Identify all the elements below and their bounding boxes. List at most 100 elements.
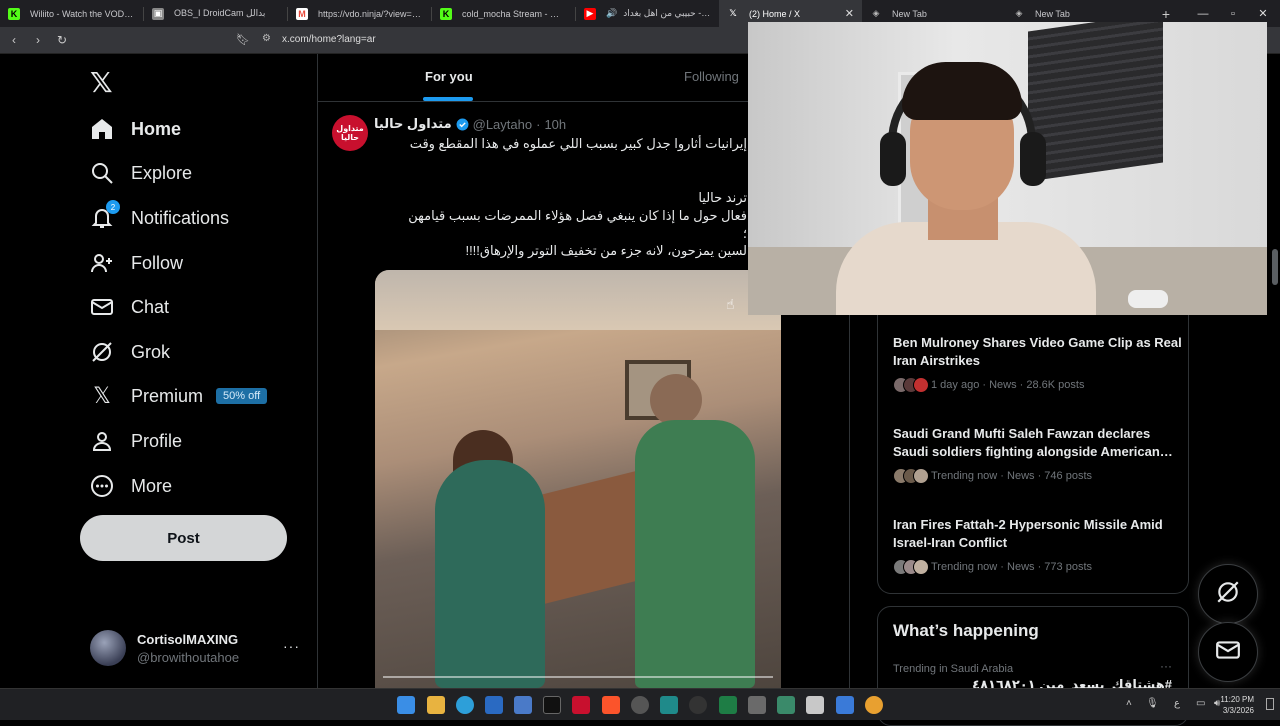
nav-label: Grok — [131, 341, 171, 362]
post-author-name[interactable]: متداول حاليا — [374, 116, 452, 132]
nav-premium[interactable]: 𝕏 Premium 50% off — [90, 378, 268, 414]
browser-tab[interactable]: Kcold_mocha Stream - Watch Li — [432, 0, 575, 27]
tab-label: حبيبي من اهل بغداد - by — [623, 8, 711, 18]
nav-home[interactable]: Home — [90, 111, 181, 147]
close-tab-icon[interactable]: ✕ — [845, 7, 854, 20]
tray-chevron-icon[interactable]: ˄ — [1126, 698, 1132, 709]
avatar — [90, 630, 126, 666]
post-text-line: فعال حول ما إذا كان ينبغي فصل هؤلاء المم… — [408, 208, 747, 223]
nav-explore[interactable]: Explore — [90, 155, 192, 191]
avatar-stack — [893, 377, 929, 393]
video-scene — [375, 270, 781, 330]
nav-label: Follow — [131, 252, 184, 273]
separator-dot: · — [536, 116, 541, 132]
post-author-avatar[interactable]: متداول حاليا — [332, 115, 368, 151]
tab-following[interactable]: Following — [684, 69, 739, 84]
mail-icon — [90, 295, 114, 319]
tab-label: New Tab — [1035, 8, 1070, 19]
post-text-line: ؛ — [742, 226, 747, 241]
speaker-icon[interactable]: 🔊 — [606, 8, 617, 19]
account-handle: @browithoutahoe — [137, 650, 240, 665]
trend-item[interactable]: Iran Fires Fattah-2 Hypersonic Missile A… — [893, 516, 1183, 575]
app-icon[interactable] — [777, 696, 795, 714]
trend-title: Iran Fires Fattah-2 Hypersonic Missile A… — [893, 517, 1163, 550]
trend-meta: 1 day ago · News · 28.6K posts — [931, 379, 1085, 391]
app-icon[interactable] — [836, 696, 854, 714]
post-timestamp[interactable]: 10h — [544, 117, 566, 132]
trend-title: Ben Mulroney Shares Video Game Clip as R… — [893, 335, 1182, 368]
post-text-line: ترند حاليا — [698, 190, 747, 205]
app-icon[interactable] — [865, 696, 883, 714]
nav-notifications[interactable]: 2 Notifications — [90, 200, 229, 236]
nav-chat[interactable]: Chat — [90, 289, 169, 325]
scrollbar[interactable] — [1272, 249, 1278, 285]
network-icon[interactable]: ▭ — [1196, 698, 1205, 709]
post-button[interactable]: Post — [80, 515, 287, 561]
trend-meta: Trending now · News · 773 posts — [931, 561, 1092, 573]
show-desktop-button[interactable] — [1266, 698, 1274, 710]
clock-time: 11:20 PM — [1220, 695, 1254, 704]
brave-icon[interactable] — [602, 696, 620, 714]
nav-profile[interactable]: Profile — [90, 423, 182, 459]
headphones-icon — [880, 132, 906, 186]
trend-location: Trending in Saudi Arabia — [893, 663, 1014, 675]
grok-icon — [1215, 579, 1241, 610]
system-clock[interactable]: 11:20 PM 3/3/2026 — [1220, 694, 1254, 716]
trend-item[interactable]: Ben Mulroney Shares Video Game Clip as R… — [893, 334, 1183, 393]
nav-label: More — [131, 475, 173, 496]
avatar-stack — [893, 468, 929, 484]
notepad-icon[interactable] — [806, 696, 824, 714]
start-icon[interactable] — [397, 696, 415, 714]
trend-more-icon[interactable]: ··· — [1160, 659, 1172, 673]
post-video[interactable] — [375, 270, 781, 688]
bookmark-icon[interactable]: 🔖︎ — [236, 33, 250, 46]
nav-label: Home — [131, 118, 182, 139]
back-button[interactable]: ‹ — [4, 33, 24, 47]
nav-grok[interactable]: Grok — [90, 334, 170, 370]
file-explorer-icon[interactable] — [427, 696, 445, 714]
store-icon[interactable] — [485, 696, 503, 714]
tab-for-you[interactable]: For you — [425, 69, 473, 84]
browser-tab[interactable]: K Wiliito - Watch the VOD on Ki — [0, 0, 143, 27]
messages-button[interactable] — [1198, 622, 1258, 682]
browser-tab[interactable]: ▶ 🔊 حبيبي من اهل بغداد - by — [576, 0, 719, 27]
excel-icon[interactable] — [719, 696, 737, 714]
nav-more[interactable]: More — [90, 468, 172, 504]
input-language[interactable]: ع — [1174, 698, 1180, 709]
nav-label: Premium — [131, 385, 204, 406]
edge-icon[interactable] — [456, 696, 474, 714]
obs-icon[interactable] — [631, 696, 649, 714]
url-field[interactable]: x.com/home?lang=ar — [282, 34, 376, 45]
follow-icon — [90, 251, 114, 275]
app-icon[interactable] — [689, 696, 707, 714]
nav-follow[interactable]: Follow — [90, 245, 183, 281]
kick-icon: K — [8, 7, 20, 20]
post-text-line: لسين يمزحون، لانه جزء من تخفيف التوتر وا… — [465, 243, 747, 258]
browser-tab[interactable]: ▣ OBS_I DroidCam بدالل — [144, 0, 287, 27]
new-tab-button[interactable]: + — [1154, 6, 1178, 22]
browser-tab[interactable]: Mhttps://vdo.ninja/?view=much — [288, 0, 431, 27]
nav-label: Profile — [131, 430, 183, 451]
app-icon[interactable] — [572, 696, 590, 714]
terminal-icon[interactable] — [543, 696, 561, 714]
post-author-handle[interactable]: @Laytaho — [473, 117, 532, 132]
site-info-icon[interactable]: ⚙︎ — [262, 33, 271, 44]
video-scene — [650, 374, 702, 426]
x-icon: 𝕏 — [729, 8, 737, 18]
account-more-icon[interactable]: ··· — [283, 638, 300, 654]
x-logo[interactable]: 𝕏 — [90, 66, 113, 99]
video-progress-bar[interactable] — [383, 676, 773, 678]
app-icon[interactable] — [748, 696, 766, 714]
nav-label: Notifications — [131, 207, 230, 228]
app-icon[interactable] — [660, 696, 678, 714]
account-switcher[interactable]: CortisolMAXING @browithoutahoe ··· — [90, 628, 310, 668]
trend-meta: Trending now · News · 746 posts — [931, 470, 1092, 482]
microphone-icon[interactable]: 🎙︎ — [1146, 698, 1159, 709]
trend-item[interactable]: Saudi Grand Mufti Saleh Fawzan declares … — [893, 425, 1183, 484]
grok-button[interactable] — [1198, 564, 1258, 624]
app-icon[interactable] — [514, 696, 532, 714]
reload-button[interactable]: ↻ — [52, 33, 72, 47]
forward-button[interactable]: › — [28, 33, 48, 47]
notification-badge: 2 — [106, 200, 120, 214]
tab-label: Wiliito - Watch the VOD on Ki — [30, 8, 135, 19]
